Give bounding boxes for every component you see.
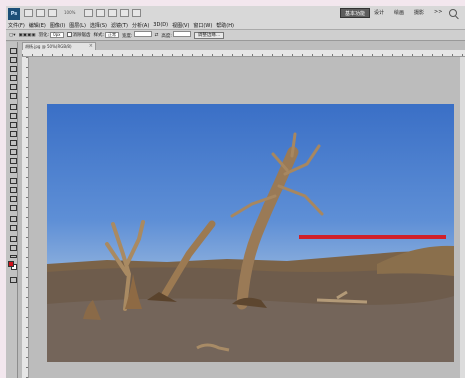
application-bar: Ps 100% 基本功能 设计 绘画 摄影 >> 文件(F) 编辑(E) 图像(…	[6, 6, 465, 30]
desert-scene	[47, 132, 454, 362]
height-input[interactable]	[172, 31, 191, 37]
type-tool-icon[interactable]	[9, 186, 17, 193]
antialias-checkbox[interactable]	[66, 32, 72, 37]
width-option: 宽度:	[122, 31, 152, 39]
arrange-documents-icon[interactable]	[120, 9, 129, 17]
healing-brush-tool-icon[interactable]	[9, 103, 17, 110]
brush-tool-icon[interactable]	[9, 112, 17, 119]
menu-help[interactable]: 帮助(H)	[216, 22, 234, 29]
screen-mode-icon[interactable]	[132, 9, 141, 17]
options-bar: ▢▾ ▣▣▣▣ 羽化: 0px 消除锯齿 样式: 正常 宽度: ⇄ 高度: 调整边缘…	[6, 30, 465, 41]
height-label: 高度:	[161, 34, 172, 39]
menu-edit[interactable]: 编辑(E)	[29, 22, 46, 29]
workspace-painting[interactable]: 绘画	[390, 8, 408, 18]
lasso-tool-icon[interactable]	[9, 65, 17, 72]
zoom-level[interactable]: 100%	[64, 10, 75, 15]
document-image[interactable]	[47, 104, 454, 362]
menu-image[interactable]: 图像(I)	[50, 22, 65, 29]
style-option: 样式: 正常	[94, 32, 120, 38]
shape-tool-icon[interactable]	[9, 204, 17, 211]
default-colors-icon[interactable]	[9, 253, 17, 259]
3d-orbit-tool-icon[interactable]	[9, 224, 17, 231]
menu-analysis[interactable]: 分析(A)	[132, 22, 149, 29]
eyedropper-tool-icon[interactable]	[9, 92, 17, 99]
path-selection-tool-icon[interactable]	[9, 195, 17, 202]
hand-tool-icon[interactable]	[9, 235, 17, 242]
antialias-option[interactable]: 消除锯齿	[66, 32, 91, 38]
tool-preset-icon[interactable]: ▢▾	[9, 33, 16, 38]
foreground-color-swatch[interactable]	[8, 261, 14, 267]
width-input[interactable]	[133, 31, 152, 37]
style-select[interactable]: 正常	[105, 32, 120, 38]
refine-edge-button[interactable]: 调整边缘...	[193, 31, 225, 39]
right-dune	[377, 245, 454, 276]
menu-filter[interactable]: 滤镜(T)	[111, 22, 128, 29]
feather-label: 羽化: 0px	[39, 32, 64, 38]
canvas-area[interactable]	[29, 57, 465, 378]
workspace-photography[interactable]: 摄影	[410, 8, 428, 18]
antialias-label: 消除锯齿	[72, 33, 91, 38]
style-label: 样式:	[93, 33, 105, 38]
crop-tool-icon[interactable]	[9, 83, 17, 90]
swap-icon[interactable]: ⇄	[155, 33, 159, 38]
menu-file[interactable]: 文件(F)	[8, 22, 25, 29]
menu-3d[interactable]: 3D(D)	[153, 22, 168, 28]
zoom-icon[interactable]	[96, 9, 105, 17]
photoshop-window: Ps 100% 基本功能 设计 绘画 摄影 >> 文件(F) 编辑(E) 图像(…	[6, 6, 465, 378]
move-tool-icon[interactable]	[9, 47, 17, 54]
feather-label-text: 羽化:	[38, 33, 50, 38]
selection-mode-icons[interactable]: ▣▣▣▣	[19, 33, 36, 38]
vertical-scrollbar[interactable]	[460, 57, 465, 378]
rotate-view-icon[interactable]	[108, 9, 117, 17]
history-brush-tool-icon[interactable]	[9, 130, 17, 137]
mini-bridge-icon[interactable]	[36, 9, 45, 17]
menu-select[interactable]: 选择(S)	[90, 22, 107, 29]
marquee-tool-icon[interactable]	[9, 56, 17, 63]
gradient-tool-icon[interactable]	[9, 148, 17, 155]
document-tab-title: 胡杨.jpg @ 50%(RGB/8)	[25, 44, 72, 49]
menu-view[interactable]: 视图(V)	[172, 22, 189, 29]
clone-stamp-tool-icon[interactable]	[9, 121, 17, 128]
3d-rotate-tool-icon[interactable]	[9, 215, 17, 222]
blur-tool-icon[interactable]	[9, 157, 17, 164]
extras-icon[interactable]	[48, 9, 57, 17]
close-icon[interactable]: ×	[89, 43, 93, 50]
bridge-icon[interactable]	[24, 9, 33, 17]
pen-tool-icon[interactable]	[9, 177, 17, 184]
red-line-annotation	[299, 235, 446, 239]
quick-selection-tool-icon[interactable]	[9, 74, 17, 81]
dodge-tool-icon[interactable]	[9, 166, 17, 173]
width-label: 宽度:	[122, 34, 133, 39]
height-option: 高度:	[161, 31, 191, 39]
workspace-design[interactable]: 设计	[370, 8, 388, 18]
toolbox	[6, 42, 18, 378]
vertical-ruler[interactable]	[22, 57, 29, 378]
search-icon[interactable]	[449, 9, 457, 17]
horizontal-ruler[interactable]	[22, 50, 465, 57]
workspace-more[interactable]: >>	[430, 8, 446, 18]
hand-icon[interactable]	[84, 9, 93, 17]
app-logo: Ps	[8, 8, 20, 20]
feather-input[interactable]: 0px	[50, 32, 64, 38]
quick-mask-icon[interactable]	[9, 276, 17, 283]
zoom-tool-icon[interactable]	[9, 244, 17, 251]
workspace-essentials[interactable]: 基本功能	[340, 8, 371, 18]
menu-window[interactable]: 窗口(W)	[193, 22, 212, 29]
eraser-tool-icon[interactable]	[9, 139, 17, 146]
document-tab[interactable]: 胡杨.jpg @ 50%(RGB/8) ×	[22, 42, 96, 50]
menu-layer[interactable]: 图层(L)	[69, 22, 86, 29]
menu-bar: 文件(F) 编辑(E) 图像(I) 图层(L) 选择(S) 滤镜(T) 分析(A…	[6, 20, 465, 30]
